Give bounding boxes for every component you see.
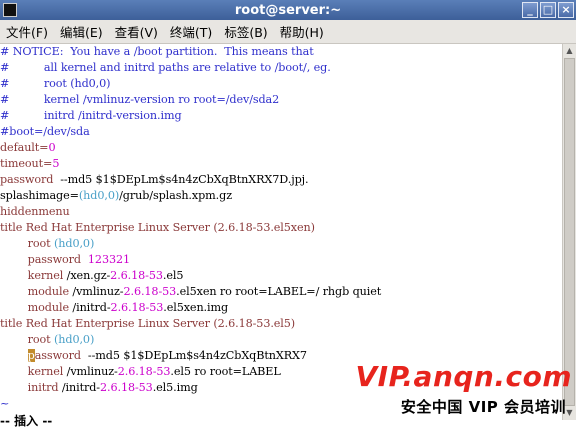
code-token: kernel <box>0 269 67 282</box>
maximize-button[interactable]: □ <box>540 2 556 18</box>
code-token: timeout= <box>0 157 53 170</box>
code-token: 5 <box>52 157 60 170</box>
code-token: hiddenmenu <box>0 205 70 218</box>
code-token: root <box>0 333 55 346</box>
menu-view[interactable]: 查看(V) <box>109 22 164 41</box>
editor-line: splashimage=(hd0,0)/grub/splash.xpm.gz <box>0 188 232 204</box>
editor-line: # root (hd0,0) <box>0 76 111 92</box>
code-token: --md5 $1$DEpLm$s4n4zCbXqBtnXRX7D.jpj. <box>53 173 309 186</box>
code-token: (hd0,0) <box>78 189 120 202</box>
editor-line: module /vmlinuz-2.6.18-53.el5xen ro root… <box>0 284 382 300</box>
editor-line: password --md5 $1$DEpLm$s4n4zCbXqBtnXRX7 <box>0 348 307 364</box>
code-token: 2.6.18-53 <box>110 269 163 282</box>
editor-line: password 123321 <box>0 252 130 268</box>
minimize-button[interactable]: _ <box>522 2 538 18</box>
code-token: (hd0,0) <box>54 333 95 346</box>
vertical-scrollbar[interactable]: ▲ ▼ <box>562 44 576 420</box>
code-token: /vmlinuz- <box>72 285 124 298</box>
editor-line: initrd /initrd-2.6.18-53.el5.img <box>0 380 198 396</box>
code-token: .el5 ro root=LABEL <box>170 365 281 378</box>
code-token: # kernel /vmlinuz-version ro root=/dev/s… <box>0 93 280 106</box>
editor-line: # kernel /vmlinuz-version ro root=/dev/s… <box>0 92 279 108</box>
code-token: 2.6.18-53 <box>117 365 171 378</box>
window-controls: _ □ × <box>522 2 574 18</box>
menu-bar: 文件(F) 编辑(E) 查看(V) 终端(T) 标签(B) 帮助(H) <box>0 20 576 44</box>
text-cursor: p <box>27 349 35 362</box>
code-token: 2.6.18-53 <box>123 285 177 298</box>
editor-line: # initrd /initrd-version.img <box>0 108 182 124</box>
code-token: title Red Hat Enterprise Linux Server (2… <box>0 317 296 330</box>
code-token: password <box>0 253 88 266</box>
close-button[interactable]: × <box>558 2 574 18</box>
editor-line: module /initrd-2.6.18-53.el5xen.img <box>0 300 229 316</box>
editor-line: default=0 <box>0 140 56 156</box>
editor-line: root (hd0,0) <box>0 332 95 348</box>
code-token: #boot=/dev/sda <box>0 125 90 138</box>
code-token: # NOTICE: You have a /boot partition. Th… <box>0 45 314 58</box>
editor-line: # NOTICE: You have a /boot partition. Th… <box>0 44 314 60</box>
code-token: title Red Hat Enterprise Linux Server (2… <box>0 221 315 234</box>
terminal-text-area[interactable]: # NOTICE: You have a /boot partition. Th… <box>0 44 562 408</box>
code-token: 2.6.18-53 <box>110 301 164 314</box>
code-token: module <box>0 301 73 314</box>
code-token: default= <box>0 141 49 154</box>
editor-line: title Red Hat Enterprise Linux Server (2… <box>0 316 295 332</box>
code-token: .el5xen ro root=LABEL=/ rhgb quiet <box>176 285 382 298</box>
menu-help[interactable]: 帮助(H) <box>274 22 330 41</box>
code-token: /initrd- <box>61 381 100 394</box>
code-token: initrd <box>0 381 62 394</box>
editor-line: hiddenmenu <box>0 204 70 220</box>
code-token: .el5 <box>162 269 184 282</box>
code-token: splashimage= <box>0 189 79 202</box>
menu-terminal[interactable]: 终端(T) <box>164 22 218 41</box>
vim-mode-indicator: -- 插入 -- <box>0 414 53 428</box>
code-token: # all kernel and initrd paths are relati… <box>0 61 331 74</box>
editor-line: kernel /vmlinuz-2.6.18-53.el5 ro root=LA… <box>0 364 281 380</box>
code-token: kernel <box>0 365 67 378</box>
editor-line: title Red Hat Enterprise Linux Server (2… <box>0 220 315 236</box>
editor-line: root (hd0,0) <box>0 236 95 252</box>
code-token: (hd0,0) <box>54 237 95 250</box>
editor-line: #boot=/dev/sda <box>0 124 90 140</box>
editor-line: kernel /xen.gz-2.6.18-53.el5 <box>0 268 184 284</box>
code-token: 0 <box>48 141 56 154</box>
code-token: .el5xen.img <box>163 301 229 314</box>
code-token: ~ <box>0 397 10 408</box>
scroll-thumb[interactable] <box>564 58 575 406</box>
code-token: .el5.img <box>152 381 198 394</box>
menu-tabs[interactable]: 标签(B) <box>218 22 273 41</box>
code-token: /vmlinuz- <box>66 365 118 378</box>
code-token: /xen.gz- <box>66 269 111 282</box>
code-token: module <box>0 285 73 298</box>
code-token: /grub/splash.xpm.gz <box>119 189 232 202</box>
window-title: root@server:~ <box>234 2 342 18</box>
menu-file[interactable]: 文件(F) <box>0 22 54 41</box>
menu-edit[interactable]: 编辑(E) <box>54 22 109 41</box>
code-token: assword <box>34 349 81 362</box>
code-token: password <box>0 173 54 186</box>
editor-line: timeout=5 <box>0 156 59 172</box>
code-token: /initrd- <box>72 301 111 314</box>
editor-line: # all kernel and initrd paths are relati… <box>0 60 331 76</box>
code-token: --md5 $1$DEpLm$s4n4zCbXqBtnXRX7 <box>81 349 307 362</box>
terminal-icon <box>3 3 17 17</box>
code-token: root <box>0 237 55 250</box>
scroll-down-arrow-icon[interactable]: ▼ <box>563 406 576 420</box>
code-token: # initrd /initrd-version.img <box>0 109 182 122</box>
window-titlebar[interactable]: root@server:~ _ □ × <box>0 0 576 20</box>
code-token: # root (hd0,0) <box>0 77 111 90</box>
editor-line: ~ <box>0 396 9 408</box>
code-token: 2.6.18-53 <box>100 381 153 394</box>
scroll-up-arrow-icon[interactable]: ▲ <box>563 44 576 58</box>
code-token: 123321 <box>87 253 131 266</box>
editor-line: password --md5 $1$DEpLm$s4n4zCbXqBtnXRX7… <box>0 172 309 188</box>
